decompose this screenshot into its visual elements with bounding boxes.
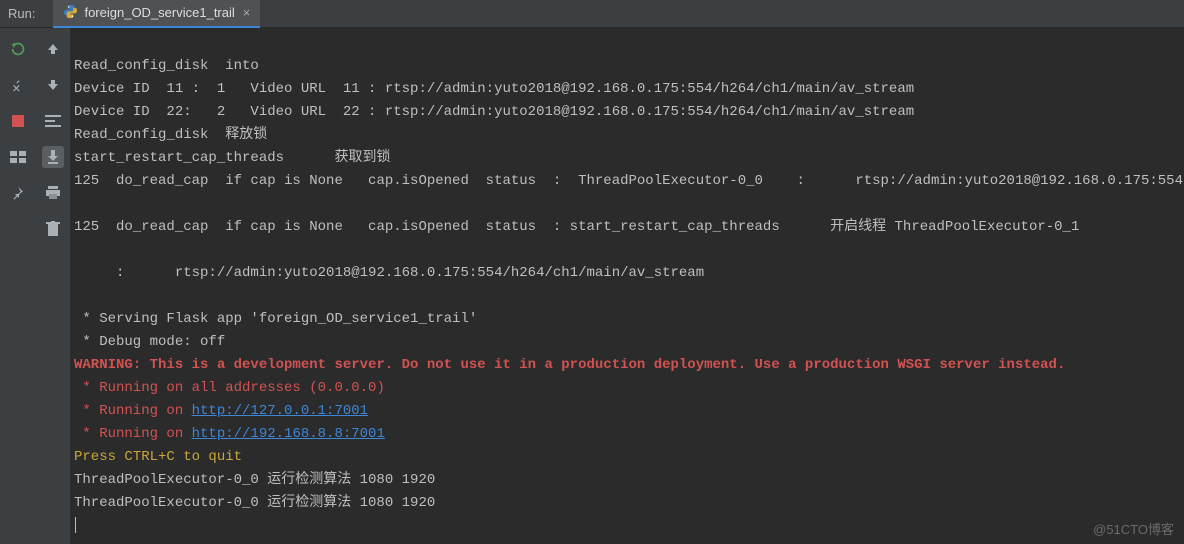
console-line: * Debug mode: off [74,334,225,350]
layout-button[interactable] [7,146,29,168]
console-output[interactable]: Read_config_disk into Device ID 11 : 1 V… [70,28,1184,544]
delete-icon[interactable] [42,218,64,240]
console-line: Read_config_disk into [74,58,259,74]
console-line: * Running on [74,426,192,442]
console-line: 125 do_read_cap if cap is None cap.isOpe… [74,219,1079,235]
console-line: Press CTRL+C to quit [74,449,242,465]
print-button[interactable] [42,182,64,204]
console-line: 125 do_read_cap if cap is None cap.isOpe… [74,173,1184,189]
run-tab[interactable]: foreign_OD_service1_trail × [53,0,260,28]
watermark: @51CTO博客 [1093,519,1174,538]
console-line: Device ID 22: 2 Video URL 22 : rtsp://ad… [74,104,914,120]
run-actions-column-1 [0,28,36,544]
scroll-down-button[interactable] [42,74,64,96]
toolwindow-header: Run: foreign_OD_service1_trail × [0,0,1184,28]
soft-wrap-button[interactable] [42,110,64,132]
run-actions-column-2 [36,28,70,544]
python-file-icon [63,4,84,22]
console-line: ThreadPoolExecutor-0_0 运行检测算法 1080 1920 [74,495,435,511]
url-link-lan[interactable]: http://192.168.8.8:7001 [192,426,385,442]
console-line: start_restart_cap_threads 获取到锁 [74,150,390,166]
console-line: Device ID 11 : 1 Video URL 11 : rtsp://a… [74,81,914,97]
scroll-up-button[interactable] [42,38,64,60]
run-tab-label: foreign_OD_service1_trail [84,5,234,20]
console-line: : rtsp://admin:yuto2018@192.168.0.175:55… [74,265,704,281]
stop-button[interactable] [7,110,29,132]
console-warning-line: WARNING: This is a development server. D… [74,357,1065,373]
settings-button[interactable] [7,74,29,96]
console-line: * Running on [74,403,192,419]
console-line: * Serving Flask app 'foreign_OD_service1… [74,311,477,327]
scroll-to-end-button[interactable] [42,146,64,168]
url-link-localhost[interactable]: http://127.0.0.1:7001 [192,403,368,419]
console-line: Read_config_disk 释放锁 [74,127,267,143]
console-line: ThreadPoolExecutor-0_0 运行检测算法 1080 1920 [74,472,435,488]
console-line: * Running on all addresses (0.0.0.0) [74,380,385,396]
toolwindow-title: Run: [8,6,35,21]
rerun-button[interactable] [7,38,29,60]
text-caret [75,517,76,533]
close-tab-icon[interactable]: × [243,5,251,20]
pin-button[interactable] [7,182,29,204]
